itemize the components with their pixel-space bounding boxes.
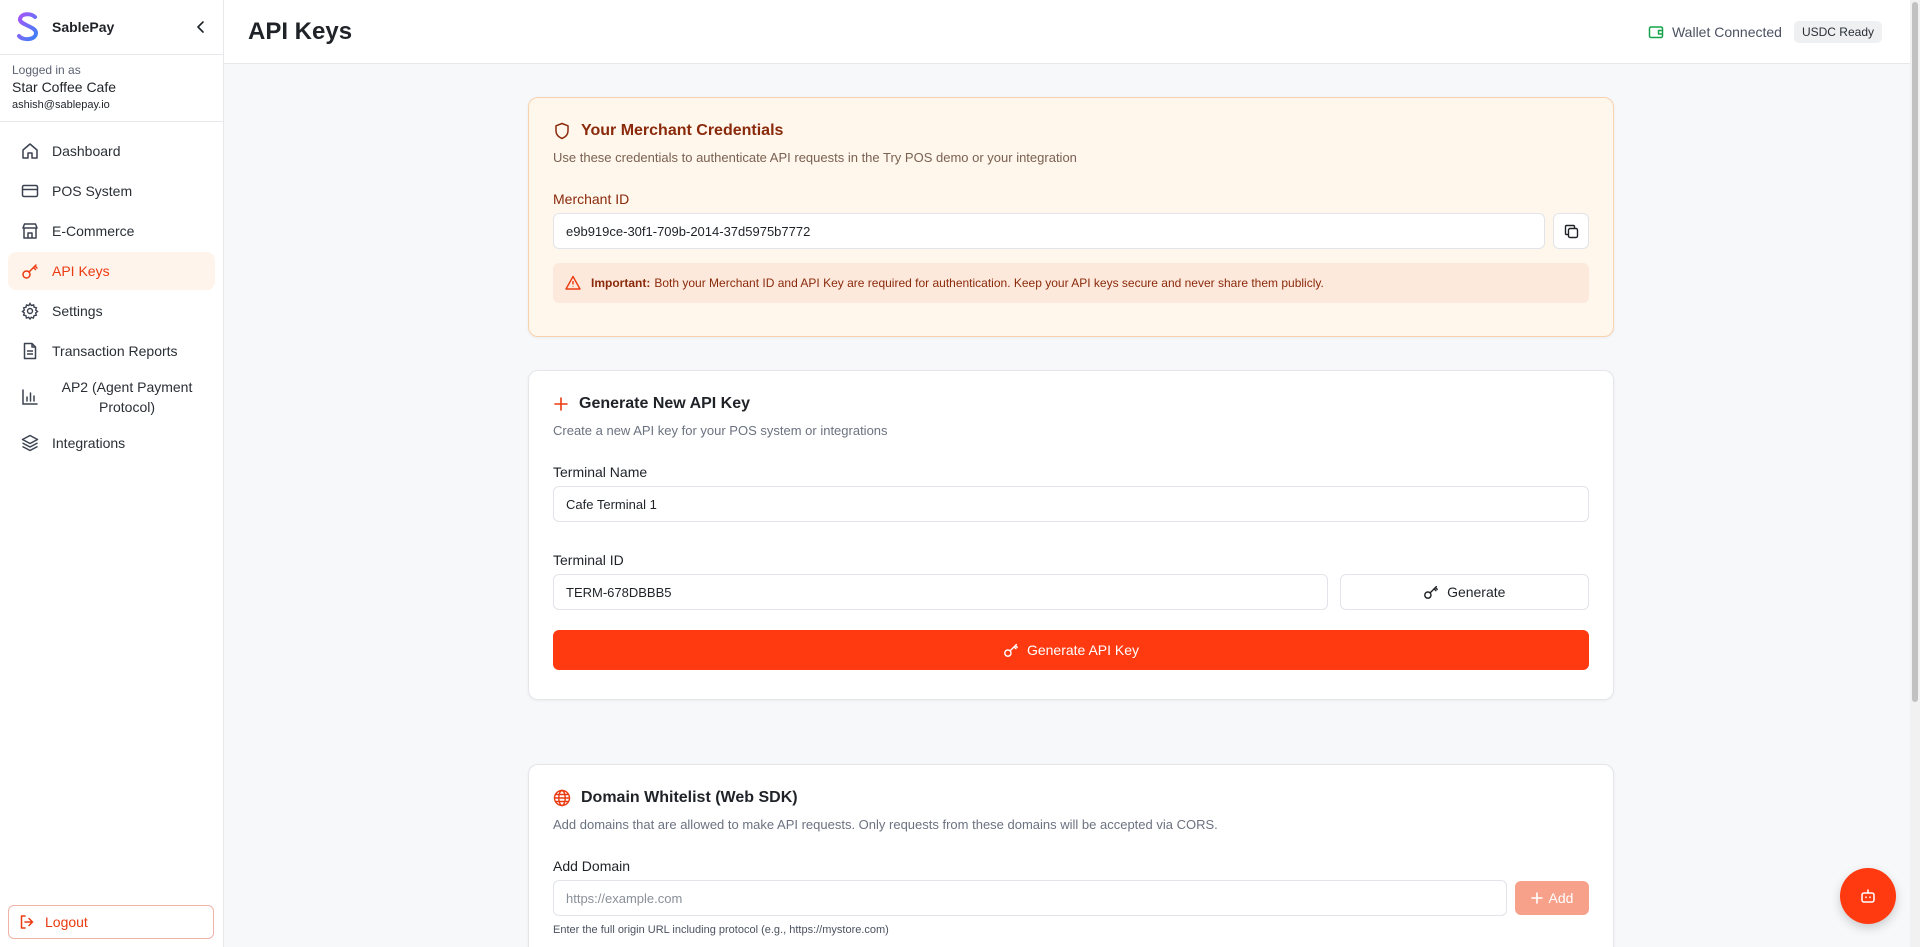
- key-icon: [1003, 642, 1019, 658]
- merchant-id-field[interactable]: e9b919ce-30f1-709b-2014-37d5975b7772: [553, 213, 1545, 249]
- sidebar-item-pos-system[interactable]: POS System: [8, 172, 215, 210]
- logout-icon: [19, 914, 35, 930]
- sidebar-item-transaction-reports[interactable]: Transaction Reports: [8, 332, 215, 370]
- gear-icon: [20, 301, 40, 321]
- generate-terminal-id-button[interactable]: Generate: [1339, 574, 1589, 610]
- collapse-sidebar-button[interactable]: [191, 17, 211, 37]
- account-info: Logged in as Star Coffee Cafe ashish@sab…: [0, 55, 223, 122]
- card-title: Domain Whitelist (Web SDK): [553, 789, 1589, 807]
- copy-merchant-id-button[interactable]: [1553, 213, 1589, 249]
- page-header: API Keys Wallet Connected USDC Ready: [224, 0, 1920, 64]
- sidebar-item-e-commerce[interactable]: E-Commerce: [8, 212, 215, 250]
- security-alert: Important: Both your Merchant ID and API…: [553, 263, 1589, 303]
- account-email: ashish@sablepay.io: [12, 99, 110, 111]
- terminal-name-input[interactable]: Cafe Terminal 1: [553, 486, 1589, 522]
- sablepay-logo[interactable]: [12, 11, 44, 43]
- sidebar-item-dashboard[interactable]: Dashboard: [8, 132, 215, 170]
- wallet-icon: [1648, 24, 1664, 40]
- generate-api-key-card: Generate New API Key Create a new API ke…: [528, 370, 1614, 700]
- sidebar-item-settings[interactable]: Settings: [8, 292, 215, 330]
- logged-in-label: Logged in as: [12, 63, 81, 77]
- wallet-status[interactable]: Wallet Connected: [1648, 24, 1782, 40]
- card-title: Generate New API Key: [553, 395, 1589, 413]
- home-icon: [20, 141, 40, 161]
- logout-button[interactable]: Logout: [8, 905, 214, 939]
- terminal-id-input[interactable]: TERM-678DBBB5: [553, 574, 1328, 610]
- chevron-left-icon: [197, 21, 204, 33]
- assistant-fab-button[interactable]: [1840, 868, 1896, 924]
- plus-icon: [553, 396, 569, 412]
- sidebar-item-label: Dashboard: [52, 143, 121, 159]
- sidebar-item-label: Integrations: [52, 435, 126, 451]
- bar-chart-icon: [20, 387, 40, 407]
- sidebar-item-label: E-Commerce: [52, 223, 135, 239]
- generate-api-key-label: Generate API Key: [1026, 642, 1140, 658]
- brand: SablePay: [0, 0, 223, 55]
- domain-title: Domain Whitelist (Web SDK): [581, 789, 798, 806]
- copy-icon: [1564, 224, 1578, 238]
- globe-icon: [553, 789, 571, 807]
- sidebar-item-label: POS System: [52, 183, 133, 199]
- merchant-credentials-card: Your Merchant Credentials Use these cred…: [528, 97, 1614, 337]
- main-content: Your Merchant Credentials Use these cred…: [224, 65, 1910, 947]
- add-domain-label: Add Domain: [553, 858, 631, 874]
- generate-api-key-button[interactable]: Generate API Key: [553, 630, 1589, 670]
- page-scrollbar[interactable]: [1910, 0, 1920, 947]
- file-icon: [20, 341, 40, 361]
- merchant-id-label: Merchant ID: [553, 191, 630, 207]
- domain-whitelist-card: Domain Whitelist (Web SDK) Add domains t…: [528, 764, 1614, 947]
- plus-icon: [1530, 892, 1543, 904]
- add-label: Add: [1548, 890, 1574, 906]
- terminal-id-label: Terminal ID: [553, 552, 624, 568]
- sidebar-item-api-keys[interactable]: API Keys: [8, 252, 215, 290]
- header-status: Wallet Connected USDC Ready: [1648, 20, 1882, 43]
- generate-title: Generate New API Key: [579, 395, 751, 412]
- sidebar-item-integrations[interactable]: Integrations: [8, 424, 215, 462]
- shield-icon: [553, 122, 571, 140]
- alert-text: Both your Merchant ID and API Key are re…: [654, 276, 1324, 290]
- wallet-status-label: Wallet Connected: [1671, 23, 1782, 40]
- store-icon: [20, 221, 40, 241]
- sidebar-item-label: Transaction Reports: [52, 343, 178, 359]
- generate-label: Generate: [1447, 584, 1506, 600]
- credentials-title: Your Merchant Credentials: [581, 122, 784, 139]
- credentials-subtitle: Use these credentials to authenticate AP…: [553, 150, 1077, 165]
- scrollbar-thumb[interactable]: [1912, 2, 1918, 702]
- sidebar: SablePay Logged in as Star Coffee Cafe a…: [0, 0, 224, 947]
- key-icon: [20, 261, 40, 281]
- sidebar-item-label: Settings: [52, 303, 103, 319]
- credit-card-icon: [20, 181, 40, 201]
- card-title: Your Merchant Credentials: [553, 122, 1589, 140]
- domain-subtitle: Add domains that are allowed to make API…: [553, 817, 1218, 832]
- sidebar-item-label: AP2 (Agent Payment Protocol): [61, 379, 193, 415]
- sidebar-item-ap2[interactable]: AP2 (Agent Payment Protocol): [8, 372, 215, 422]
- sidebar-nav: Dashboard POS System E-Commerce API Keys…: [0, 122, 223, 474]
- business-name: Star Coffee Cafe: [12, 79, 117, 95]
- sidebar-item-label: API Keys: [52, 263, 110, 279]
- terminal-name-label: Terminal Name: [553, 464, 648, 480]
- usdc-status-badge: USDC Ready: [1793, 20, 1882, 43]
- warning-icon: [565, 275, 581, 291]
- logout-label: Logout: [45, 914, 88, 930]
- add-domain-button[interactable]: Add: [1515, 881, 1589, 915]
- layers-icon: [20, 433, 40, 453]
- page-title: API Keys: [248, 17, 353, 45]
- domain-input[interactable]: https://example.com: [553, 880, 1507, 916]
- brand-name: SablePay: [52, 19, 115, 35]
- key-icon: [1423, 584, 1439, 600]
- generate-subtitle: Create a new API key for your POS system…: [553, 423, 888, 438]
- domain-hint: Enter the full origin URL including prot…: [553, 924, 889, 936]
- bot-icon: [1861, 889, 1875, 903]
- alert-strong: Important:: [591, 276, 651, 290]
